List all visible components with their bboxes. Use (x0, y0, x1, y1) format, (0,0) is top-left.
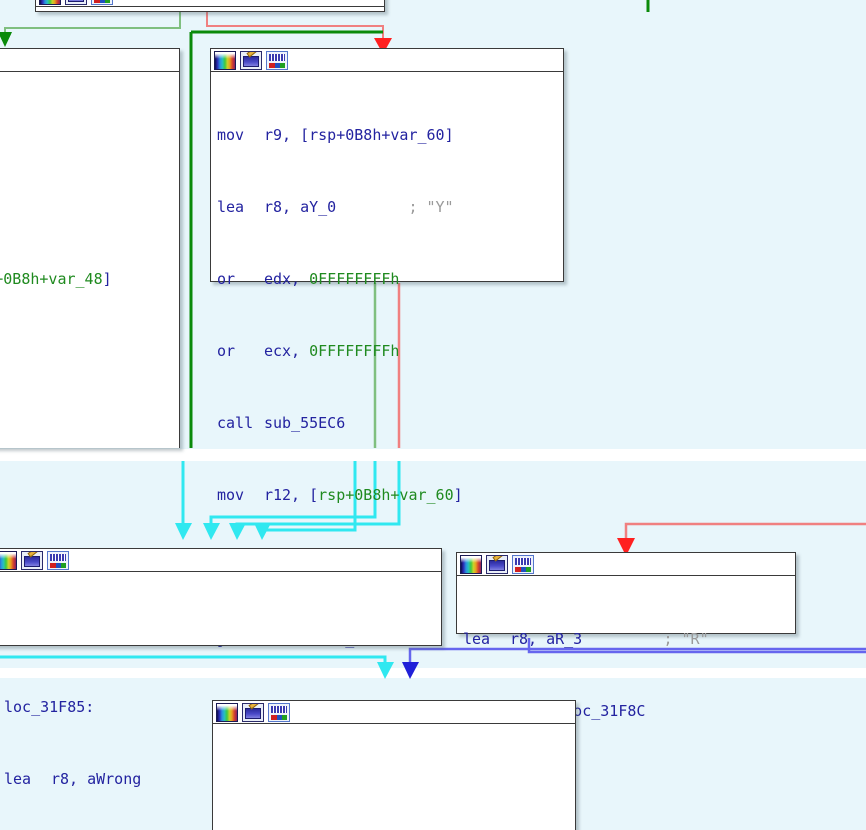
block-code[interactable]: loc_31F8C: orecx, 0FFFFFFFFh oredx, 0FFF… (213, 724, 575, 830)
asm-line: oredx, 0FFFFFFFFh (217, 267, 563, 291)
edit-image-icon[interactable] (65, 0, 87, 5)
asm-line: movr12, [rsp+0B8h+var_60] (217, 483, 563, 507)
color-palette-icon[interactable] (460, 555, 482, 574)
block-loc-31F8C-merge[interactable]: loc_31F8C: orecx, 0FFFFFFFFh oredx, 0FFF… (212, 700, 576, 830)
color-palette-icon[interactable] (0, 551, 17, 570)
color-palette-icon[interactable] (214, 51, 236, 70)
block-loc-31F85-wrong[interactable]: loc_31F85: lear8, aWrong; "Wrong!\r\n" (0, 548, 442, 646)
edit-image-icon[interactable] (486, 555, 508, 574)
color-palette-icon[interactable] (39, 0, 61, 5)
asm-line: callsub_55EC6 (217, 411, 563, 435)
block-titlebar (0, 549, 441, 572)
edit-image-icon[interactable] (21, 551, 43, 570)
block-check-y[interactable]: movr9, [rsp+0B8h+var_60] lear8, aY_0; "Y… (210, 48, 564, 282)
asm-line: movr9, [rsp+0B8h+var_60] (217, 123, 563, 147)
block-titlebar (36, 0, 384, 7)
asm-line: orecx, 0FFFFFFFFh (217, 339, 563, 363)
block-top-clipped[interactable] (35, 0, 385, 12)
block-titlebar (211, 49, 563, 72)
asm-line: lear8, aY_0; "Y" (217, 195, 563, 219)
graph-chart-icon[interactable] (266, 51, 288, 70)
block-lea-aR3[interactable]: lear8, aR_3; "R" jmpshort loc_31F8C (456, 552, 796, 634)
graph-chart-icon[interactable] (268, 703, 290, 722)
graph-chart-icon[interactable] (512, 555, 534, 574)
color-palette-icon[interactable] (216, 703, 238, 722)
block-titlebar (0, 49, 179, 72)
edit-image-icon[interactable] (242, 703, 264, 722)
edit-image-icon[interactable] (240, 51, 262, 70)
block-left-clipped[interactable]: movrax, [rsp+0B8h+var_48] movrcx, rbx ca… (0, 48, 180, 448)
graph-chart-icon[interactable] (47, 551, 69, 570)
block-titlebar (213, 701, 575, 724)
asm-line: lear8, aR_3; "R" (463, 627, 795, 651)
block-titlebar (457, 553, 795, 576)
graph-canvas[interactable]: movrax, [rsp+0B8h+var_48] movrcx, rbx ca… (0, 0, 866, 830)
graph-chart-icon[interactable] (91, 0, 113, 5)
